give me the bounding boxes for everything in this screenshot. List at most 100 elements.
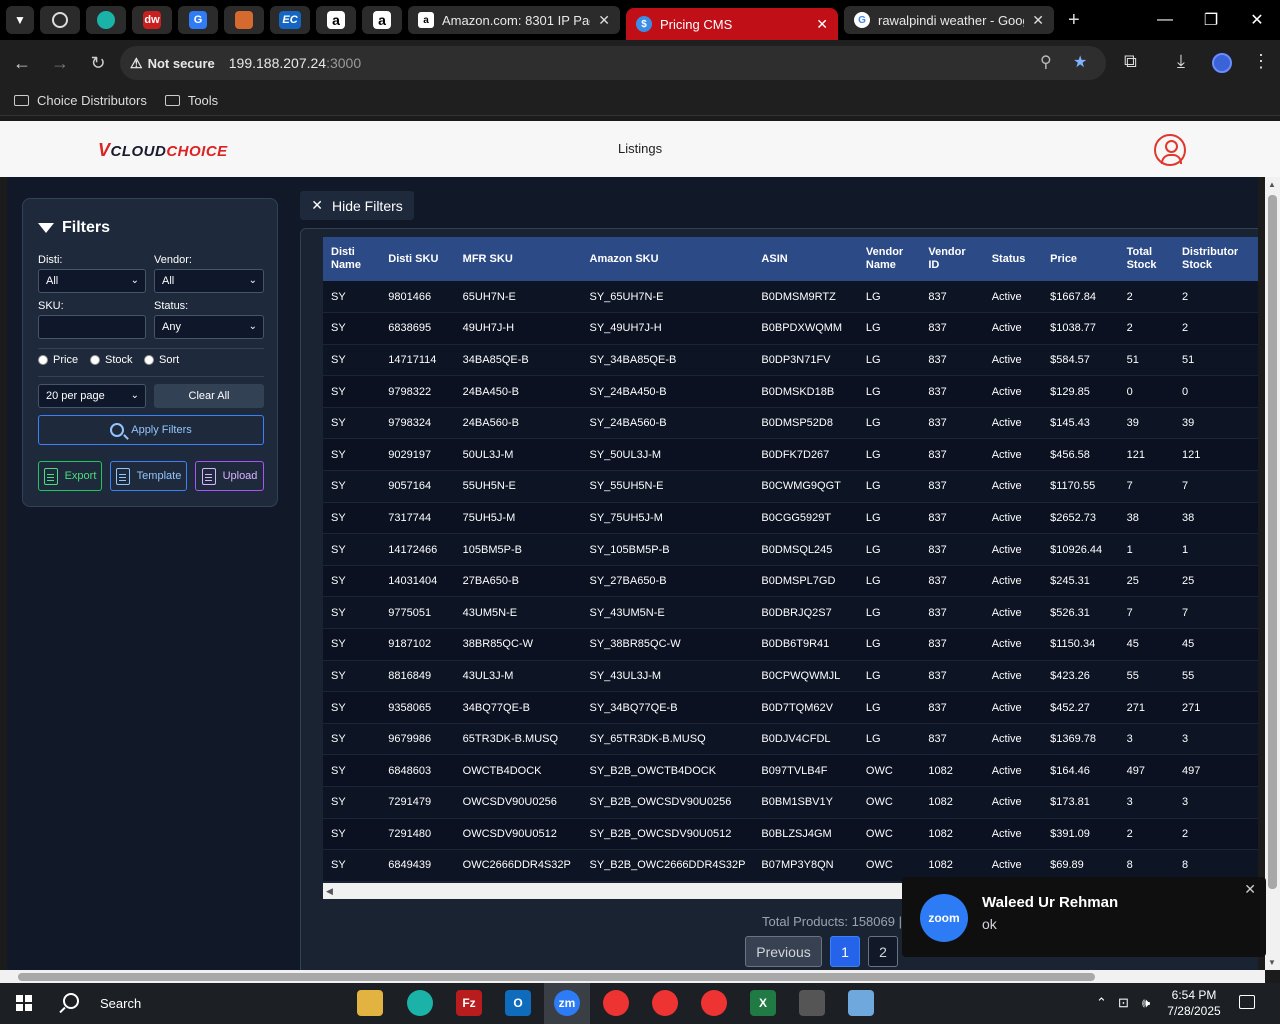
notes-app-icon[interactable] bbox=[848, 990, 874, 1016]
sku-input[interactable] bbox=[38, 315, 146, 339]
close-tab-icon[interactable]: ✕ bbox=[1032, 12, 1044, 29]
pinned-tab-1[interactable] bbox=[40, 6, 80, 34]
table-row[interactable]: SY 9057164 55UH5N-E SY_55UH5N-E B0CWMG9QGT LG… bbox=[323, 470, 1258, 503]
table-row[interactable]: SY 9798324 24BA560-B SY_24BA560-B B0DMSP52D8… bbox=[323, 407, 1258, 440]
column-header[interactable]: Price bbox=[1042, 237, 1119, 281]
status-select[interactable]: Any ⌄ bbox=[154, 315, 264, 339]
pinned-tab-6[interactable]: EC bbox=[270, 6, 310, 34]
column-header[interactable]: Vendor Name bbox=[857, 237, 921, 281]
hide-filters-button[interactable]: ✕ Hide Filters bbox=[300, 191, 414, 220]
table-row[interactable]: SY 9801466 65UH7N-E SY_65UH7N-E B0DMSM9RTZ LG… bbox=[323, 281, 1258, 314]
forward-icon[interactable]: → bbox=[42, 45, 78, 81]
column-header[interactable]: Amazon SKU bbox=[581, 237, 754, 281]
page-1-button[interactable]: 1 bbox=[830, 936, 860, 967]
bookmark-tools[interactable]: Tools bbox=[164, 93, 218, 108]
back-icon[interactable]: ← bbox=[4, 45, 40, 81]
pinned-tab-2[interactable] bbox=[86, 6, 126, 34]
table-row[interactable]: SY 7291479 OWCSDV90U0256 SY_B2B_OWCSDV90U02… bbox=[323, 786, 1258, 819]
apply-filters-button[interactable]: Apply Filters bbox=[38, 415, 264, 445]
file-explorer-icon[interactable] bbox=[357, 990, 383, 1016]
calculator-icon[interactable] bbox=[799, 990, 825, 1016]
menu-kebab-icon[interactable]: ⋮ bbox=[1252, 51, 1270, 72]
table-row[interactable]: SY 7291480 OWCSDV90U0512 SY_B2B_OWCSDV90U05… bbox=[323, 818, 1258, 851]
zoom-app-icon[interactable]: zm bbox=[554, 990, 580, 1016]
table-row[interactable]: SY 14172466 105BM5P-B SY_105BM5P-B B0DMSQL24… bbox=[323, 533, 1258, 566]
table-row[interactable]: SY 9187102 38BR85QC-W SY_38BR85QC-W B0DB6T9R… bbox=[323, 628, 1258, 661]
close-tab-icon[interactable]: ✕ bbox=[598, 12, 610, 29]
table-row[interactable]: SY 9679986 65TR3DK-B.MUSQ SY_65TR3DK-B.MUSQ… bbox=[323, 723, 1258, 756]
table-row[interactable]: SY 8816849 43UL3J-M SY_43UL3J-M B0CPWQWMJL LG… bbox=[323, 660, 1258, 693]
page-2-button[interactable]: 2 bbox=[868, 936, 898, 967]
bookmark-choice-distributors[interactable]: Choice Distributors bbox=[14, 93, 147, 108]
url-text[interactable]: 199.188.207.24:3000 bbox=[229, 55, 361, 71]
disti-select[interactable]: All ⌄ bbox=[38, 269, 146, 293]
column-header[interactable]: Vendor ID bbox=[920, 237, 984, 281]
column-header[interactable]: Disti SKU bbox=[380, 237, 455, 281]
column-header[interactable]: Distributor Stock bbox=[1173, 237, 1258, 281]
table-row[interactable]: SY 9798322 24BA450-B SY_24BA450-B B0DMSKD18B… bbox=[323, 375, 1258, 408]
outlook-icon[interactable]: O bbox=[505, 990, 531, 1016]
template-button[interactable]: Template bbox=[110, 461, 187, 491]
column-header[interactable]: ASIN bbox=[753, 237, 858, 281]
scrollbar-thumb[interactable] bbox=[1268, 195, 1277, 889]
column-header[interactable]: Status bbox=[983, 237, 1043, 281]
close-icon[interactable]: ✕ bbox=[1244, 881, 1256, 898]
radio-sort[interactable]: Sort bbox=[144, 354, 179, 366]
filezilla-icon[interactable]: Fz bbox=[456, 990, 482, 1016]
security-indicator[interactable]: ⚠ Not secure bbox=[130, 55, 215, 72]
table-row[interactable]: SY 9358065 34BQ77QE-B SY_34BQ77QE-B B0D7TQM6… bbox=[323, 691, 1258, 724]
tab-amazon[interactable]: a Amazon.com: 8301 IP Pagin ✕ bbox=[408, 6, 620, 34]
pinned-tab-8[interactable]: a bbox=[362, 6, 402, 34]
hexagon-app-icon[interactable] bbox=[407, 990, 433, 1016]
taskbar-search[interactable]: Search bbox=[100, 996, 141, 1011]
per-page-select[interactable]: 20 per page ⌄ bbox=[38, 384, 146, 408]
windows-start-icon[interactable] bbox=[16, 995, 32, 1011]
extensions-icon[interactable]: ⧉ bbox=[1124, 51, 1137, 72]
page-vertical-scrollbar[interactable]: ▲ ▼ bbox=[1265, 177, 1280, 970]
column-header[interactable]: Disti Name bbox=[323, 237, 381, 281]
taskbar-clock[interactable]: 6:54 PM 7/28/2025 bbox=[1164, 987, 1224, 1019]
excel-icon[interactable]: X bbox=[750, 990, 776, 1016]
nav-listings[interactable]: Listings bbox=[618, 141, 662, 156]
table-row[interactable]: SY 9029197 50UL3J-M SY_50UL3J-M B0DFK7D267 LG… bbox=[323, 438, 1258, 472]
table-row[interactable]: SY 9775051 43UM5N-E SY_43UM5N-E B0DBRJQ2S7 LG… bbox=[323, 596, 1258, 630]
zoom-notification[interactable]: zoom Waleed Ur Rehman ok ✕ bbox=[902, 877, 1266, 957]
clear-all-button[interactable]: Clear All bbox=[154, 384, 264, 408]
export-button[interactable]: Export bbox=[38, 461, 102, 491]
download-icon[interactable]: ⤓ bbox=[1177, 51, 1185, 72]
close-tab-icon[interactable]: ✕ bbox=[816, 16, 828, 33]
pinned-tab-4[interactable]: G bbox=[178, 6, 218, 34]
radio-price[interactable]: Price bbox=[38, 354, 78, 366]
table-horizontal-scrollbar[interactable]: ◀ bbox=[323, 883, 903, 899]
chrome-icon[interactable] bbox=[701, 990, 727, 1016]
minimize-icon[interactable]: — bbox=[1142, 0, 1188, 40]
scrollbar-thumb[interactable] bbox=[18, 973, 1095, 981]
table-row[interactable]: SY 6838695 49UH7J-H SY_49UH7J-H B0BPDXWQMM LG… bbox=[323, 312, 1258, 345]
pinned-tab-3[interactable]: dw bbox=[132, 6, 172, 34]
tray-chevron-up-icon[interactable]: ⌃ bbox=[1096, 995, 1107, 1011]
zoom-magnifier-icon[interactable]: ⚲ bbox=[1040, 52, 1052, 72]
radio-stock[interactable]: Stock bbox=[90, 354, 133, 366]
pinned-tab-5[interactable] bbox=[224, 6, 264, 34]
tab-pricing-cms[interactable]: $ Pricing CMS ✕ bbox=[626, 8, 838, 40]
table-row[interactable]: SY 7317744 75UH5J-M SY_75UH5J-M B0CGG5929T LG… bbox=[323, 502, 1258, 535]
chrome-icon[interactable] bbox=[603, 990, 629, 1016]
restore-icon[interactable]: ❐ bbox=[1188, 0, 1234, 40]
table-row[interactable]: SY 14031404 27BA650-B SY_27BA650-B B0DMSPL7G… bbox=[323, 565, 1258, 598]
bookmark-star-icon[interactable]: ★ bbox=[1073, 52, 1087, 72]
network-icon[interactable]: ⊡ bbox=[1118, 995, 1129, 1011]
new-tab-icon[interactable]: + bbox=[1068, 9, 1080, 32]
pinned-tab-7[interactable]: a bbox=[316, 6, 356, 34]
close-window-icon[interactable]: ✕ bbox=[1234, 0, 1280, 40]
column-header[interactable]: Total Stock bbox=[1118, 237, 1174, 281]
reload-icon[interactable]: ↻ bbox=[80, 45, 116, 81]
upload-button[interactable]: Upload bbox=[195, 461, 264, 491]
search-icon[interactable] bbox=[63, 993, 79, 1009]
volume-icon[interactable]: 🕪 bbox=[1142, 995, 1150, 1011]
chrome-icon[interactable] bbox=[652, 990, 678, 1016]
scroll-left-icon[interactable]: ◀ bbox=[326, 886, 333, 897]
tab-search-chevron-icon[interactable]: ▼ bbox=[6, 6, 34, 34]
column-header[interactable]: MFR SKU bbox=[454, 237, 582, 281]
table-row[interactable]: SY 6848603 OWCTB4DOCK SY_B2B_OWCTB4DOCK B097… bbox=[323, 754, 1258, 787]
omnibox[interactable]: ⚠ Not secure 199.188.207.24:3000 ⚲ ★ bbox=[120, 46, 1106, 80]
